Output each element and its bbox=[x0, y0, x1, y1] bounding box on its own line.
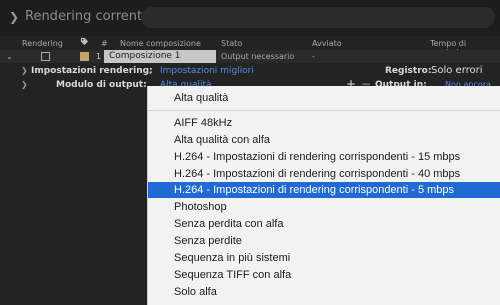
menu-item[interactable]: Senza perdita con alfa bbox=[148, 216, 500, 232]
column-headers: Rendering # Nome composizione Stato Avvi… bbox=[0, 36, 500, 57]
log-label: Registro: bbox=[385, 66, 432, 76]
render-settings-label: Impostazioni rendering: bbox=[31, 66, 153, 76]
menu-item-selected[interactable]: H.264 - Impostazioni di rendering corris… bbox=[148, 182, 500, 198]
menu-item[interactable]: Alta qualità con alfa bbox=[148, 132, 500, 148]
panel-header: ❯ Rendering corrente bbox=[0, 0, 500, 36]
queue-row[interactable]: ⌄ 1 Output necessario - bbox=[0, 50, 500, 63]
render-checkbox[interactable] bbox=[41, 52, 50, 61]
col-rendering[interactable]: Rendering bbox=[22, 39, 63, 48]
queue-index: 1 bbox=[96, 52, 102, 61]
col-started[interactable]: Avviato bbox=[312, 39, 342, 48]
log-dropdown[interactable]: Solo errori bbox=[431, 65, 483, 76]
menu-item[interactable]: H.264 - Impostazioni di rendering corris… bbox=[148, 166, 500, 182]
output-module-label: Modulo di output: bbox=[56, 80, 147, 90]
chevron-right-icon[interactable]: ❯ bbox=[9, 10, 19, 24]
menu-item[interactable]: Solo alfa bbox=[148, 284, 500, 300]
search-field[interactable] bbox=[141, 7, 495, 28]
panel-title: Rendering corrente bbox=[25, 9, 151, 24]
menu-item[interactable]: Photoshop bbox=[148, 199, 500, 215]
expand-toggle-icon[interactable]: ⌄ bbox=[6, 52, 13, 61]
chevron-right-icon[interactable]: ❯ bbox=[21, 80, 28, 89]
menu-item[interactable]: AIFF 48kHz bbox=[148, 115, 500, 131]
chevron-right-icon[interactable]: ❯ bbox=[21, 66, 28, 75]
label-tag-icon bbox=[80, 37, 89, 46]
col-hash[interactable]: # bbox=[101, 39, 108, 48]
menu-separator bbox=[148, 110, 500, 111]
menu-item[interactable]: Sequenza in più sistemi bbox=[148, 250, 500, 266]
menu-item[interactable]: H.264 - Impostazioni di rendering corris… bbox=[148, 149, 500, 165]
col-name[interactable]: Nome composizione bbox=[120, 39, 201, 48]
menu-item[interactable]: Alta qualità bbox=[148, 90, 500, 106]
chevron-down-icon[interactable]: ⌄ bbox=[147, 67, 154, 76]
label-color-swatch[interactable] bbox=[80, 52, 89, 61]
menu-item[interactable]: Sequenza TIFF con alfa bbox=[148, 267, 500, 283]
output-module-dropdown: Alta qualità AIFF 48kHz Alta qualità con… bbox=[147, 86, 500, 305]
render-settings-row: ❯ Impostazioni rendering: ⌄ Impostazioni… bbox=[0, 64, 500, 78]
queue-state: Output necessario bbox=[221, 52, 295, 61]
queue-started: - bbox=[312, 52, 315, 61]
menu-item[interactable]: Senza perdite bbox=[148, 233, 500, 249]
composition-name[interactable]: Composizione 1 bbox=[104, 50, 216, 63]
col-state[interactable]: Stato bbox=[221, 39, 242, 48]
render-settings-link[interactable]: Impostazioni migliori bbox=[160, 66, 254, 76]
